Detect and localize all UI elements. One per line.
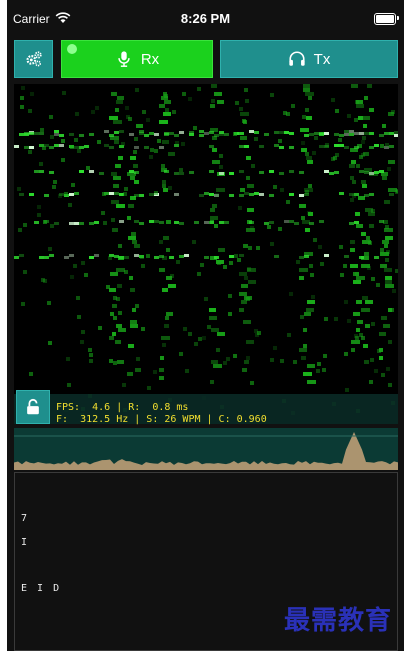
lock-button[interactable] xyxy=(16,390,50,424)
settings-button[interactable] xyxy=(14,40,53,78)
spectrum-display xyxy=(14,428,398,470)
decoded-line-1: 7 xyxy=(21,513,30,524)
decoded-line-2: I xyxy=(21,537,30,548)
tx-button[interactable]: Tx xyxy=(220,40,398,78)
clock: 8:26 PM xyxy=(180,11,231,26)
watermark-logo: 最需教育 xyxy=(284,606,393,636)
stats-line-2: F: 312.5 Hz | S: 26 WPM | C: 0.960 xyxy=(56,413,267,425)
rx-label: Rx xyxy=(140,50,160,68)
battery-icon xyxy=(374,13,396,25)
app-screen: Carrier 8:26 PM Rx Tx FPS: 4.6 | R: 0.8 … xyxy=(7,0,404,651)
decoded-line-3: E I D xyxy=(21,583,62,594)
waterfall-display xyxy=(14,84,398,424)
stats-line-1: FPS: 4.6 | R: 0.8 ms xyxy=(56,402,189,413)
battery-tip xyxy=(397,16,399,20)
stats-readout: FPS: 4.6 | R: 0.8 ms F: 312.5 Hz | S: 26 … xyxy=(56,402,401,425)
unlock-icon xyxy=(27,398,39,415)
rx-button[interactable]: Rx xyxy=(61,40,213,78)
status-bar: Carrier 8:26 PM xyxy=(7,0,404,36)
headphones-icon xyxy=(289,51,305,66)
microphone-icon xyxy=(118,51,130,67)
waterfall-canvas xyxy=(14,84,398,424)
gears-icon xyxy=(25,51,42,67)
tx-label: Tx xyxy=(313,50,331,68)
spectrum-canvas xyxy=(14,432,398,470)
